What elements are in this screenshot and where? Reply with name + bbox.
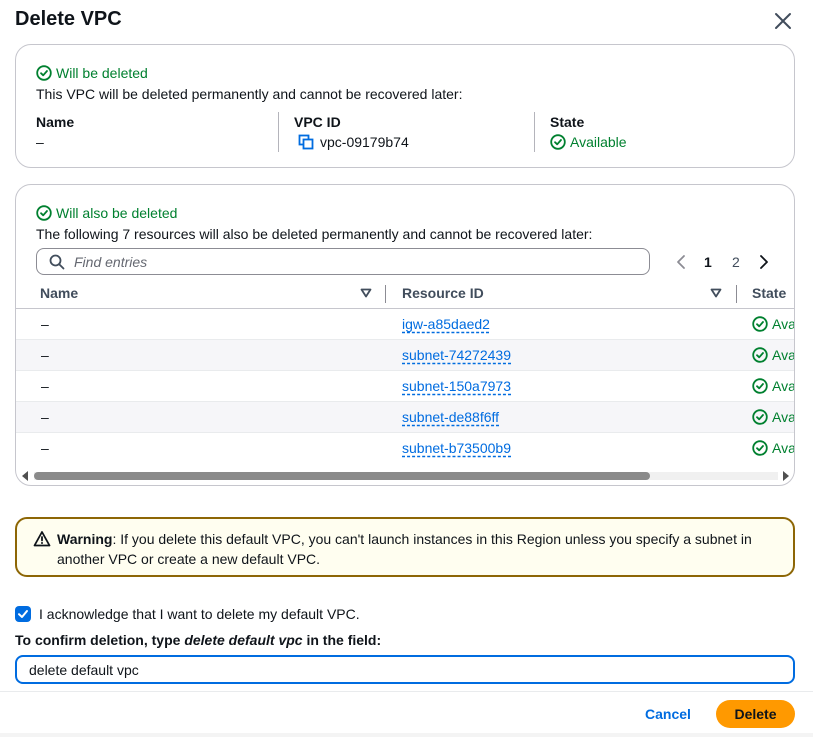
scrollbar-thumb[interactable] [34, 472, 650, 480]
search-input[interactable] [74, 253, 634, 270]
resource-state-text: Ava [772, 378, 795, 394]
table-row: – subnet-b73500b9 Ava [16, 433, 795, 464]
default-vpc-warning: Warning: If you delete this default VPC,… [15, 517, 795, 577]
acknowledge-label[interactable]: I acknowledge that I want to delete my d… [39, 606, 360, 622]
resource-id-link[interactable]: subnet-74272439 [402, 347, 511, 363]
column-resizer[interactable] [736, 285, 737, 303]
check-circle-icon [752, 316, 768, 332]
acknowledge-row: I acknowledge that I want to delete my d… [15, 606, 360, 622]
vpc-description: This VPC will be deleted permanently and… [36, 86, 463, 102]
status-text: Will be deleted [56, 65, 148, 81]
resource-state-text: Ava [772, 316, 795, 332]
footer-divider [0, 691, 813, 692]
acknowledge-checkbox[interactable] [15, 606, 31, 622]
close-icon[interactable] [771, 9, 795, 33]
delete-button[interactable]: Delete [716, 700, 795, 728]
delete-vpc-dialog: Delete VPC Will be deleted This VPC will… [0, 0, 813, 737]
scroll-left-arrow-icon[interactable] [22, 471, 28, 481]
chevron-right-icon[interactable] [756, 252, 772, 272]
warning-icon [33, 531, 51, 547]
state-value-row: Available [550, 134, 627, 150]
warning-text: Warning: If you delete this default VPC,… [57, 529, 777, 569]
column-divider [278, 112, 279, 152]
check-circle-icon [36, 65, 52, 81]
resource-id-link[interactable]: igw-a85daed2 [402, 316, 490, 332]
vpc-id-label: VPC ID [294, 114, 341, 130]
dialog-title: Delete VPC [15, 8, 122, 30]
check-circle-icon [752, 347, 768, 363]
checkmark-icon [18, 610, 28, 618]
check-circle-icon [752, 440, 768, 456]
check-circle-icon [36, 205, 52, 221]
check-circle-icon [752, 409, 768, 425]
resource-state: Ava [752, 347, 795, 363]
page-2-button[interactable]: 2 [732, 254, 740, 270]
confirm-label: To confirm deletion, type delete default… [15, 632, 381, 648]
name-label: Name [36, 114, 75, 130]
table-row: – subnet-de88f6ff Ava [16, 402, 795, 433]
resource-state-text: Ava [772, 347, 795, 363]
table-row: – igw-a85daed2 Ava [16, 309, 795, 340]
resource-state: Ava [752, 378, 795, 394]
status-text: Will also be deleted [56, 205, 178, 221]
resource-id-link[interactable]: subnet-de88f6ff [402, 409, 499, 425]
resource-name: – [41, 409, 49, 425]
table-row: – subnet-74272439 Ava [16, 340, 795, 371]
horizontal-scrollbar[interactable] [20, 468, 792, 482]
search-icon [49, 254, 65, 269]
resource-state-text: Ava [772, 440, 795, 456]
check-circle-icon [752, 378, 768, 394]
state-value: Available [570, 134, 627, 150]
resource-name: – [41, 378, 49, 394]
resource-state: Ava [752, 440, 795, 456]
resource-name: – [41, 347, 49, 363]
vpc-id-value: vpc-09179b74 [320, 134, 409, 150]
resources-description: The following 7 resources will also be d… [36, 226, 593, 242]
vpc-summary-card: Will be deleted This VPC will be deleted… [15, 44, 795, 168]
column-resizer[interactable] [385, 285, 386, 303]
cancel-button[interactable]: Cancel [638, 700, 698, 728]
sort-caret-icon[interactable] [360, 288, 372, 298]
table-row: – subnet-150a7973 Ava [16, 371, 795, 402]
warning-label: Warning [57, 531, 113, 547]
copy-icon[interactable] [298, 134, 314, 150]
state-label: State [550, 114, 585, 130]
warning-message: : If you delete this default VPC, you ca… [57, 531, 752, 567]
will-also-be-deleted-status: Will also be deleted [36, 205, 177, 221]
resource-name: – [41, 316, 49, 332]
will-be-deleted-status: Will be deleted [36, 65, 148, 81]
chevron-left-icon[interactable] [673, 252, 689, 272]
column-divider [534, 112, 535, 152]
column-header-resource-id[interactable]: Resource ID [402, 285, 484, 301]
confirm-phrase: delete default vpc [184, 632, 303, 648]
background-page-strip [0, 733, 813, 737]
column-header-name[interactable]: Name [40, 285, 78, 301]
resource-id-link[interactable]: subnet-150a7973 [402, 378, 511, 394]
confirm-label-suffix: in the field: [302, 632, 382, 648]
resource-state: Ava [752, 316, 795, 332]
resource-name: – [41, 440, 49, 456]
confirm-deletion-input[interactable] [15, 655, 795, 684]
check-circle-icon [550, 134, 566, 150]
confirm-label-prefix: To confirm deletion, type [15, 632, 185, 648]
resource-id-link[interactable]: subnet-b73500b9 [402, 440, 511, 456]
sort-caret-icon[interactable] [710, 288, 722, 298]
column-header-state[interactable]: State [752, 285, 786, 301]
scroll-right-arrow-icon[interactable] [783, 471, 789, 481]
resources-card: Will also be deleted The following 7 res… [15, 184, 795, 486]
resource-state: Ava [752, 409, 795, 425]
find-entries-search [36, 248, 650, 275]
resource-state-text: Ava [772, 409, 795, 425]
name-value: – [36, 134, 44, 150]
vpc-id-value-row: vpc-09179b74 [298, 134, 409, 150]
page-1-button[interactable]: 1 [704, 254, 712, 270]
